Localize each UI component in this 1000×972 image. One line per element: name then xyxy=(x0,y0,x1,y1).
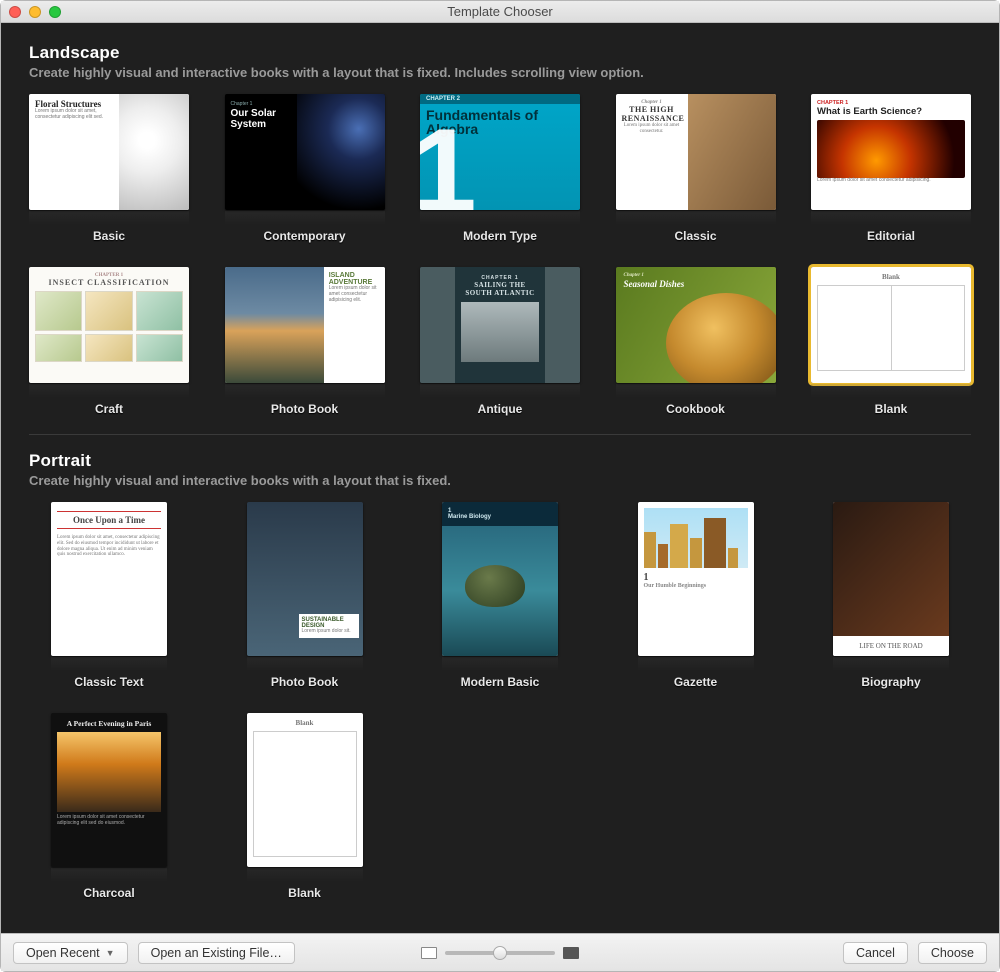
choose-label: Choose xyxy=(931,946,974,960)
template-editorial[interactable]: CHAPTER 1 What is Earth Science? Lorem i… xyxy=(811,94,971,243)
template-blank-landscape[interactable]: Blank Blank xyxy=(811,267,971,416)
template-label: Blank xyxy=(811,402,971,416)
template-biography[interactable]: LIFE ON THE ROAD Biography xyxy=(811,502,971,689)
template-label: Photo Book xyxy=(225,402,385,416)
open-existing-file-button[interactable]: Open an Existing File… xyxy=(138,942,295,964)
template-label: Contemporary xyxy=(225,229,385,243)
preview-title: Once Upon a Time xyxy=(57,515,161,525)
landscape-title: Landscape xyxy=(29,43,971,63)
preview-title: Our Humble Beginnings xyxy=(644,583,707,589)
preview-title: Blank xyxy=(817,273,965,281)
template-photo-book-portrait[interactable]: SUSTAINABLE DESIGNLorem ipsum dolor sit.… xyxy=(225,502,385,689)
template-label: Blank xyxy=(225,886,385,900)
thumbnail-size-control xyxy=(421,947,579,959)
choose-button[interactable]: Choose xyxy=(918,942,987,964)
template-modern-basic[interactable]: 1Marine Biology Modern Basic xyxy=(420,502,580,689)
template-photo-book-landscape[interactable]: ISLAND ADVENTURE Lorem ipsum dolor sit a… xyxy=(225,267,385,416)
preview-title: What is Earth Science? xyxy=(817,106,965,117)
template-label: Gazette xyxy=(616,675,776,689)
template-classic[interactable]: Chapter 1 THE HIGH RENAISSANCE Lorem ips… xyxy=(616,94,776,243)
template-antique[interactable]: CHAPTER 1 SAILING THE SOUTH ATLANTIC Ant… xyxy=(420,267,580,416)
preview-title: A Perfect Evening in Paris xyxy=(57,719,161,728)
preview-title: INSECT CLASSIFICATION xyxy=(35,278,183,287)
open-recent-label: Open Recent xyxy=(26,946,100,960)
template-classic-text[interactable]: Once Upon a Time Lorem ipsum dolor sit a… xyxy=(29,502,189,689)
template-modern-type[interactable]: CHAPTER 2 Fundamentals of Algebra 1 Mode… xyxy=(420,94,580,243)
landscape-section-header: Landscape Create highly visual and inter… xyxy=(29,43,971,80)
template-label: Basic xyxy=(29,229,189,243)
template-label: Classic Text xyxy=(29,675,189,689)
small-thumb-icon xyxy=(421,947,437,959)
preview-chapter: 1 xyxy=(644,572,649,583)
preview-title: THE HIGH RENAISSANCE xyxy=(622,105,682,123)
cancel-label: Cancel xyxy=(856,946,895,960)
landscape-grid: Floral Structures Lorem ipsum dolor sit … xyxy=(29,94,971,416)
open-recent-button[interactable]: Open Recent ▼ xyxy=(13,942,128,964)
template-contemporary[interactable]: Chapter 1 Our Solar System Contemporary xyxy=(225,94,385,243)
large-thumb-icon xyxy=(563,947,579,959)
preview-title: LIFE ON THE ROAD xyxy=(833,636,949,656)
portrait-title: Portrait xyxy=(29,451,971,471)
portrait-grid: Once Upon a Time Lorem ipsum dolor sit a… xyxy=(29,502,971,900)
preview-title: Marine Biology xyxy=(448,514,491,520)
template-label: Antique xyxy=(420,402,580,416)
portrait-section-header: Portrait Create highly visual and intera… xyxy=(29,451,971,488)
template-gazette[interactable]: 1Our Humble Beginnings Gazette xyxy=(616,502,776,689)
section-divider xyxy=(29,434,971,435)
template-label: Modern Type xyxy=(420,229,580,243)
template-basic[interactable]: Floral Structures Lorem ipsum dolor sit … xyxy=(29,94,189,243)
template-label: Photo Book xyxy=(225,675,385,689)
portrait-subtitle: Create highly visual and interactive boo… xyxy=(29,473,971,488)
titlebar: Template Chooser xyxy=(1,1,999,23)
template-label: Editorial xyxy=(811,229,971,243)
preview-title: SAILING THE SOUTH ATLANTIC xyxy=(461,281,539,297)
landscape-subtitle: Create highly visual and interactive boo… xyxy=(29,65,971,80)
footer-toolbar: Open Recent ▼ Open an Existing File… Can… xyxy=(1,933,999,971)
preview-title: ISLAND ADVENTURE xyxy=(329,272,380,286)
template-scroll-area[interactable]: Landscape Create highly visual and inter… xyxy=(1,23,999,933)
template-label: Charcoal xyxy=(29,886,189,900)
template-label: Cookbook xyxy=(616,402,776,416)
cancel-button[interactable]: Cancel xyxy=(843,942,908,964)
template-label: Craft xyxy=(29,402,189,416)
template-craft[interactable]: CHAPTER 1 INSECT CLASSIFICATION Craft xyxy=(29,267,189,416)
open-existing-label: Open an Existing File… xyxy=(151,946,282,960)
preview-title: Blank xyxy=(253,719,357,727)
thumbnail-size-slider[interactable] xyxy=(445,951,555,955)
template-chooser-window: Template Chooser Landscape Create highly… xyxy=(0,0,1000,972)
chevron-down-icon: ▼ xyxy=(106,948,115,958)
preview-title: Seasonal Dishes xyxy=(624,279,685,289)
template-label: Biography xyxy=(811,675,971,689)
template-charcoal[interactable]: A Perfect Evening in Paris Lorem ipsum d… xyxy=(29,713,189,900)
template-label: Modern Basic xyxy=(420,675,580,689)
template-blank-portrait[interactable]: Blank Blank xyxy=(225,713,385,900)
window-title: Template Chooser xyxy=(1,4,999,19)
template-label: Classic xyxy=(616,229,776,243)
preview-title: Our Solar System xyxy=(231,108,291,130)
template-cookbook[interactable]: Chapter 1Seasonal Dishes Cookbook xyxy=(616,267,776,416)
